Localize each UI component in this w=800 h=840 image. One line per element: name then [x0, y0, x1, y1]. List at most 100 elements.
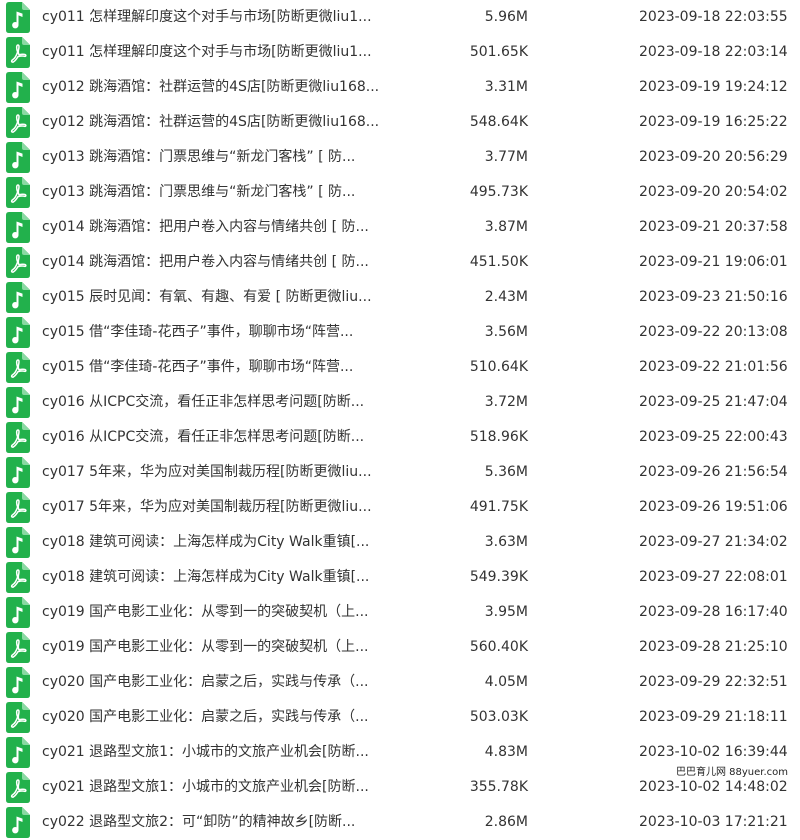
file-row[interactable]: cy017 5年来，华为应对美国制裁历程[防断更微liu... 491.75K 20… [0, 490, 800, 525]
file-row[interactable]: cy017 5年来，华为应对美国制裁历程[防断更微liu... 5.36M 2023… [0, 455, 800, 490]
file-row[interactable]: cy018 建筑可阅读：上海怎样成为City Walk重镇[... 549.39K… [0, 560, 800, 595]
file-modified-date: 2023-09-18 22:03:14 [639, 44, 788, 60]
file-name[interactable]: cy017 5年来，华为应对美国制裁历程[防断更微liu... [42, 455, 402, 490]
file-name[interactable]: cy014 跳海酒馆：把用户卷入内容与情绪共创 [ 防... [42, 245, 402, 280]
file-name[interactable]: cy021 退路型文旅1：小城市的文旅产业机会[防断... [42, 735, 402, 770]
music-file-icon [6, 387, 30, 418]
file-modified-date: 2023-09-20 20:56:29 [639, 149, 788, 165]
file-size: 3.31M [484, 79, 528, 95]
file-size: 3.72M [484, 394, 528, 410]
file-modified-date: 2023-09-29 22:32:51 [639, 674, 788, 690]
file-modified-date: 2023-09-22 20:13:08 [639, 324, 788, 340]
file-size: 503.03K [469, 709, 528, 725]
file-modified-date: 2023-09-25 22:00:43 [639, 429, 788, 445]
file-row[interactable]: cy011 怎样理解印度这个对手与市场[防断更微liu1... 501.65K 20… [0, 35, 800, 70]
music-file-icon [6, 457, 30, 488]
music-file-icon [6, 142, 30, 173]
file-size: 548.64K [469, 114, 528, 130]
file-modified-date: 2023-09-18 22:03:55 [639, 9, 788, 25]
file-name[interactable]: cy017 5年来，华为应对美国制裁历程[防断更微liu... [42, 490, 402, 525]
file-row[interactable]: cy014 跳海酒馆：把用户卷入内容与情绪共创 [ 防... 3.87M 2023-… [0, 210, 800, 245]
file-row[interactable]: cy012 跳海酒馆：社群运营的4S店[防断更微liu168... 548.64K… [0, 105, 800, 140]
file-name[interactable]: cy021 退路型文旅1：小城市的文旅产业机会[防断... [42, 770, 402, 805]
file-row[interactable]: cy022 退路型文旅2：可“卸防”的精神故乡[防断... 2.86M 2023-1… [0, 805, 800, 840]
pdf-file-icon [6, 422, 30, 453]
file-list: cy011 怎样理解印度这个对手与市场[防断更微liu1... 5.96M 2023… [0, 0, 800, 840]
music-file-icon [6, 807, 30, 838]
file-modified-date: 2023-09-22 21:01:56 [639, 359, 788, 375]
file-size: 4.83M [484, 744, 528, 760]
file-row[interactable]: cy020 国产电影工业化：启蒙之后，实践与传承（... 4.05M 2023-09… [0, 665, 800, 700]
file-name[interactable]: cy013 跳海酒馆：门票思维与“新龙门客栈” [ 防... [42, 175, 402, 210]
pdf-file-icon [6, 247, 30, 278]
file-size: 451.50K [469, 254, 528, 270]
music-file-icon [6, 737, 30, 768]
music-file-icon [6, 282, 30, 313]
file-size: 3.56M [484, 324, 528, 340]
music-file-icon [6, 667, 30, 698]
file-name[interactable]: cy011 怎样理解印度这个对手与市场[防断更微liu1... [42, 0, 402, 35]
file-name[interactable]: cy012 跳海酒馆：社群运营的4S店[防断更微liu168... [42, 105, 402, 140]
file-size: 355.78K [469, 779, 528, 795]
file-row[interactable]: cy019 国产电影工业化：从零到一的突破契机（上... 3.95M 2023-09… [0, 595, 800, 630]
file-name[interactable]: cy015 借“李佳琦-花西子”事件，聊聊市场“阵营... [42, 350, 402, 385]
file-modified-date: 2023-09-21 20:37:58 [639, 219, 788, 235]
file-row[interactable]: cy012 跳海酒馆：社群运营的4S店[防断更微liu168... 3.31M 20… [0, 70, 800, 105]
file-name[interactable]: cy016 从ICPC交流，看任正非怎样思考问题[防断... [42, 385, 402, 420]
file-row[interactable]: cy015 借“李佳琦-花西子”事件，聊聊市场“阵营... 510.64K 2023… [0, 350, 800, 385]
file-row[interactable]: cy018 建筑可阅读：上海怎样成为City Walk重镇[... 3.63M 20… [0, 525, 800, 560]
pdf-file-icon [6, 702, 30, 733]
pdf-file-icon [6, 37, 30, 68]
file-size: 518.96K [469, 429, 528, 445]
file-size: 2.86M [484, 814, 528, 830]
file-name[interactable]: cy013 跳海酒馆：门票思维与“新龙门客栈” [ 防... [42, 140, 402, 175]
file-size: 510.64K [469, 359, 528, 375]
file-row[interactable]: cy020 国产电影工业化：启蒙之后，实践与传承（... 503.03K 2023-… [0, 700, 800, 735]
file-size: 501.65K [469, 44, 528, 60]
file-row[interactable]: cy013 跳海酒馆：门票思维与“新龙门客栈” [ 防... 3.77M 2023-… [0, 140, 800, 175]
pdf-file-icon [6, 107, 30, 138]
file-row[interactable]: cy011 怎样理解印度这个对手与市场[防断更微liu1... 5.96M 2023… [0, 0, 800, 35]
file-modified-date: 2023-09-28 16:17:40 [639, 604, 788, 620]
file-row[interactable]: cy019 国产电影工业化：从零到一的突破契机（上... 560.40K 2023-… [0, 630, 800, 665]
pdf-file-icon [6, 352, 30, 383]
file-name[interactable]: cy014 跳海酒馆：把用户卷入内容与情绪共创 [ 防... [42, 210, 402, 245]
file-modified-date: 2023-09-27 22:08:01 [639, 569, 788, 585]
file-size: 3.87M [484, 219, 528, 235]
file-row[interactable]: cy015 辰时见闻：有氧、有趣、有爱 [ 防断更微liu... 2.43M 202… [0, 280, 800, 315]
file-size: 495.73K [469, 184, 528, 200]
file-size: 3.63M [484, 534, 528, 550]
file-row[interactable]: cy016 从ICPC交流，看任正非怎样思考问题[防断... 3.72M 2023-… [0, 385, 800, 420]
file-name[interactable]: cy015 借“李佳琦-花西子”事件，聊聊市场“阵营... [42, 315, 402, 350]
file-size: 2.43M [484, 289, 528, 305]
file-row[interactable]: cy015 借“李佳琦-花西子”事件，聊聊市场“阵营... 3.56M 2023-0… [0, 315, 800, 350]
pdf-file-icon [6, 632, 30, 663]
file-name[interactable]: cy020 国产电影工业化：启蒙之后，实践与传承（... [42, 665, 402, 700]
file-name[interactable]: cy015 辰时见闻：有氧、有趣、有爱 [ 防断更微liu... [42, 280, 402, 315]
file-name[interactable]: cy018 建筑可阅读：上海怎样成为City Walk重镇[... [42, 525, 402, 560]
music-file-icon [6, 72, 30, 103]
file-size: 3.95M [484, 604, 528, 620]
file-size: 491.75K [469, 499, 528, 515]
watermark-text: 巴巴育儿网 88yuer.com [671, 762, 792, 779]
file-name[interactable]: cy019 国产电影工业化：从零到一的突破契机（上... [42, 630, 402, 665]
pdf-file-icon [6, 492, 30, 523]
file-name[interactable]: cy020 国产电影工业化：启蒙之后，实践与传承（... [42, 700, 402, 735]
file-name[interactable]: cy016 从ICPC交流，看任正非怎样思考问题[防断... [42, 420, 402, 455]
pdf-file-icon [6, 177, 30, 208]
file-row[interactable]: cy016 从ICPC交流，看任正非怎样思考问题[防断... 518.96K 202… [0, 420, 800, 455]
file-name[interactable]: cy018 建筑可阅读：上海怎样成为City Walk重镇[... [42, 560, 402, 595]
file-name[interactable]: cy022 退路型文旅2：可“卸防”的精神故乡[防断... [42, 805, 402, 840]
file-row[interactable]: cy014 跳海酒馆：把用户卷入内容与情绪共创 [ 防... 451.50K 202… [0, 245, 800, 280]
file-modified-date: 2023-09-21 19:06:01 [639, 254, 788, 270]
file-modified-date: 2023-09-29 21:18:11 [639, 709, 788, 725]
music-file-icon [6, 212, 30, 243]
file-modified-date: 2023-09-19 16:25:22 [639, 114, 788, 130]
file-name[interactable]: cy011 怎样理解印度这个对手与市场[防断更微liu1... [42, 35, 402, 70]
music-file-icon [6, 527, 30, 558]
file-size: 5.96M [484, 9, 528, 25]
file-name[interactable]: cy019 国产电影工业化：从零到一的突破契机（上... [42, 595, 402, 630]
file-name[interactable]: cy012 跳海酒馆：社群运营的4S店[防断更微liu168... [42, 70, 402, 105]
file-modified-date: 2023-09-27 21:34:02 [639, 534, 788, 550]
file-row[interactable]: cy013 跳海酒馆：门票思维与“新龙门客栈” [ 防... 495.73K 202… [0, 175, 800, 210]
